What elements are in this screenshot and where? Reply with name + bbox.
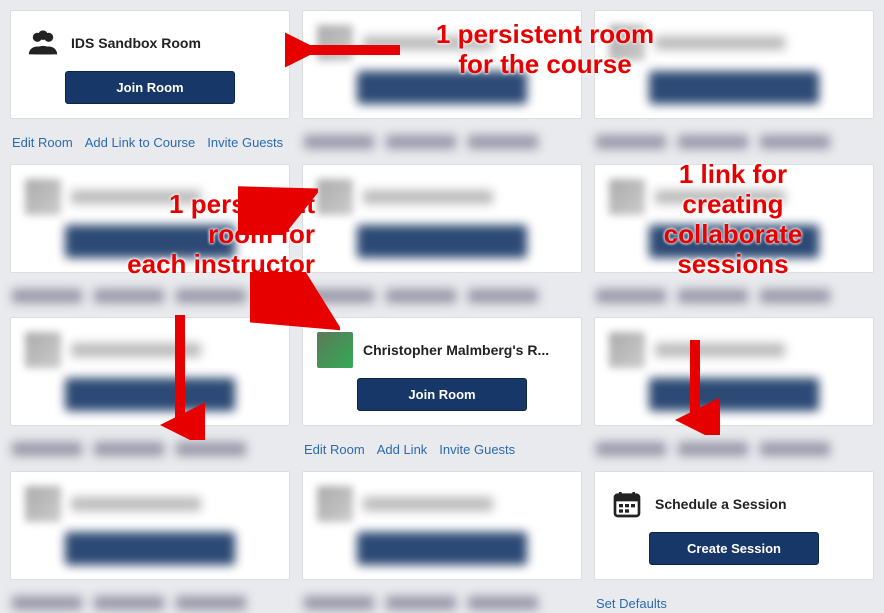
avatar-blur [25,179,61,215]
join-room-button-blur[interactable] [649,71,819,104]
schedule-session-card: Schedule a Session Create Session [594,471,874,580]
schedule-title: Schedule a Session [655,496,787,512]
avatar-blur [317,25,353,61]
room-actions-blur [594,285,874,305]
avatar-blur [609,179,645,215]
course-room-actions: Edit Room Add Link to Course Invite Gues… [10,131,290,152]
room-card-blur [10,164,290,273]
avatar-blur [25,486,61,522]
join-room-button-blur[interactable] [65,532,235,565]
user-avatar [317,332,353,368]
join-room-button-blur[interactable] [649,225,819,258]
room-title-blur [71,190,201,204]
cell-blur-1 [302,10,582,152]
users-icon [25,25,61,61]
join-room-button-blur[interactable] [357,71,527,104]
room-grid: IDS Sandbox Room Join Room Edit Room Add… [10,10,874,613]
room-title-blur [363,190,493,204]
room-title-blur [655,190,785,204]
join-room-button[interactable]: Join Room [357,378,527,411]
cell-blur-7 [594,317,874,459]
invite-guests-link[interactable]: Invite Guests [439,442,515,457]
room-actions-blur [10,438,290,458]
schedule-actions: Set Defaults [594,592,874,613]
room-actions-blur [594,131,874,151]
room-card-blur [302,164,582,273]
room-title-blur [363,497,493,511]
edit-room-link[interactable]: Edit Room [304,442,365,457]
room-title-blur [655,36,785,50]
course-room-title: IDS Sandbox Room [71,35,201,51]
room-actions-blur [10,285,290,305]
join-room-button-blur[interactable] [649,378,819,411]
cell-blur-8 [10,471,290,613]
avatar-blur [25,332,61,368]
avatar-blur [317,486,353,522]
room-card-blur [302,471,582,580]
add-link-course-link[interactable]: Add Link to Course [85,135,196,150]
room-card-blur [594,317,874,426]
set-defaults-link[interactable]: Set Defaults [596,596,667,611]
create-session-button[interactable]: Create Session [649,532,819,565]
instructor-room-actions: Edit Room Add Link Invite Guests [302,438,582,459]
join-room-button-blur[interactable] [357,532,527,565]
room-title-blur [363,36,493,50]
cell-blur-9 [302,471,582,613]
avatar-blur [317,179,353,215]
invite-guests-link[interactable]: Invite Guests [207,135,283,150]
cell-course-room: IDS Sandbox Room Join Room Edit Room Add… [10,10,290,152]
cell-blur-5 [594,164,874,305]
room-card-blur [10,317,290,426]
join-room-button-blur[interactable] [65,225,235,258]
cell-blur-3 [10,164,290,305]
room-actions-blur [594,438,874,458]
join-room-button[interactable]: Join Room [65,71,235,104]
cell-blur-4 [302,164,582,305]
instructor-room-card: Christopher Malmberg's R... Join Room [302,317,582,426]
avatar-blur [609,332,645,368]
add-link-link[interactable]: Add Link [377,442,428,457]
room-title-blur [71,343,201,357]
calendar-icon [609,486,645,522]
room-actions-blur [10,592,290,612]
instructor-room-title: Christopher Malmberg's R... [363,342,549,358]
room-actions-blur [302,131,582,151]
room-card-blur [10,471,290,580]
join-room-button-blur[interactable] [357,225,527,258]
cell-instructor-room: Christopher Malmberg's R... Join Room Ed… [302,317,582,459]
room-card-blur [594,10,874,119]
avatar-blur [609,25,645,61]
cell-blur-6 [10,317,290,459]
room-actions-blur [302,592,582,612]
room-card-blur [594,164,874,273]
cell-blur-2 [594,10,874,152]
room-actions-blur [302,285,582,305]
edit-room-link[interactable]: Edit Room [12,135,73,150]
course-room-card: IDS Sandbox Room Join Room [10,10,290,119]
cell-schedule-session: Schedule a Session Create Session Set De… [594,471,874,613]
join-room-button-blur[interactable] [65,378,235,411]
room-title-blur [71,497,201,511]
room-card-blur [302,10,582,119]
room-title-blur [655,343,785,357]
